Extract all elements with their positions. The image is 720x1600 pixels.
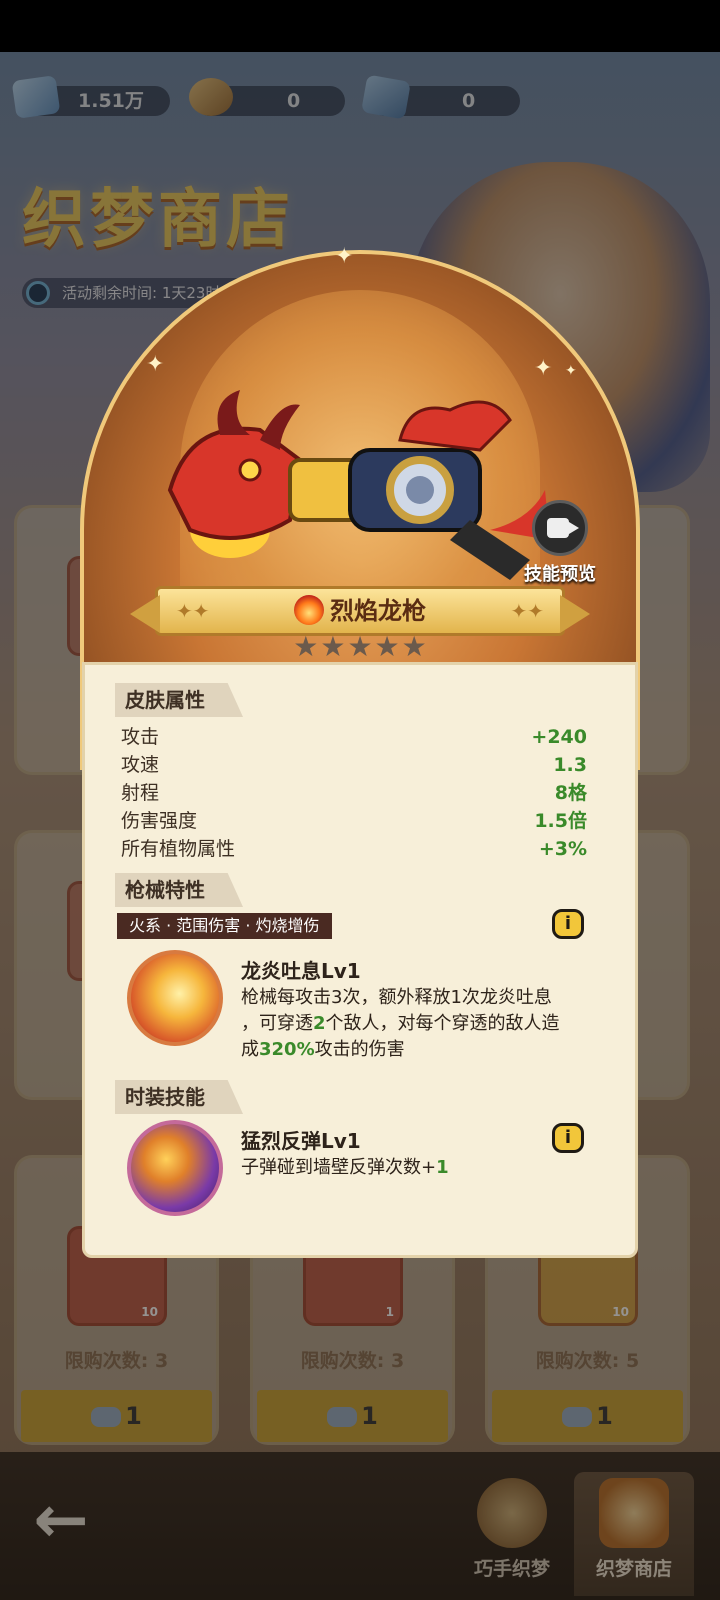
stat-value: 1.3 (553, 754, 587, 776)
section-gun-traits: 枪械特性 (115, 873, 243, 907)
sparkle-icon: ✦ (534, 356, 553, 381)
skill2-description: 子弹碰到墙壁反弹次数+1 (241, 1157, 449, 1178)
stat-row: 射程 8格 (121, 779, 587, 807)
star-icon: ★ (293, 630, 319, 663)
skill1-desc-line: 成320%攻击的伤害 (241, 1039, 405, 1060)
sparkle-icon: ✦ (565, 363, 577, 379)
skill1-title: 龙炎吐息Lv1 (241, 959, 361, 983)
weapon-name-banner: ✦✦ 烈焰龙枪 ✦✦ (155, 586, 565, 636)
skill2-title: 猛烈反弹Lv1 (241, 1129, 361, 1153)
stat-name: 所有植物属性 (121, 838, 236, 860)
stat-value: 8格 (554, 782, 587, 804)
stat-name: 攻速 (121, 754, 160, 776)
video-camera-icon (532, 500, 588, 556)
star-icon: ★ (320, 630, 346, 663)
star-icon: ★ (374, 630, 400, 663)
element-tags: 火系 · 范围伤害 · 灼烧增伤 (117, 913, 332, 939)
skill1-desc-line: 枪械每攻击3次，额外释放1次龙炎吐息 (241, 987, 552, 1008)
skill1-desc-line: ，可穿透2个敌人，对每个穿透的敌人造 (241, 1013, 560, 1034)
skill-preview-label: 技能预览 (524, 564, 596, 585)
weapon-info-panel: 皮肤属性 攻击 +240 攻速 1.3 射程 8格 伤害强度 1.5倍 所有植物… (82, 662, 638, 1258)
sparkle-icon: ✦✦ (510, 599, 544, 623)
stat-name: 攻击 (121, 726, 160, 748)
stat-value: +240 (531, 726, 587, 748)
sparkle-icon: ✦✦ (176, 599, 210, 623)
stat-row: 攻击 +240 (121, 723, 587, 751)
weapon-detail-popup: ✦ ✦ ✦ ✦ 技能预览 ✦✦ 烈焰龙枪 ✦✦ ★★★★★ 皮肤属性 攻击 +2… (80, 246, 640, 1280)
skill1-description: 枪械每攻击3次，额外释放1次龙炎吐息 ，可穿透2个敌人，对每个穿透的敌人造 成3… (241, 985, 601, 1063)
stat-value: +3% (538, 838, 587, 860)
skill-preview-button[interactable]: 技能预览 (510, 500, 610, 590)
weapon-name: 烈焰龙枪 (330, 597, 426, 625)
star-rating: ★★★★★ (280, 632, 440, 662)
status-bar (0, 0, 720, 52)
dragon-breath-skill-icon (127, 950, 223, 1046)
bullet-bounce-skill-icon (127, 1120, 223, 1216)
star-icon: ★ (401, 630, 427, 663)
stat-row: 所有植物属性 +3% (121, 835, 587, 863)
sparkle-icon: ✦ (335, 244, 354, 269)
stat-row: 攻速 1.3 (121, 751, 587, 779)
stat-value: 1.5倍 (534, 810, 587, 832)
section-skin-attributes: 皮肤属性 (115, 683, 243, 717)
stat-name: 伤害强度 (121, 810, 198, 832)
star-icon: ★ (347, 630, 373, 663)
sparkle-icon: ✦ (146, 352, 165, 377)
fire-element-icon (294, 595, 324, 625)
stat-row: 伤害强度 1.5倍 (121, 807, 587, 835)
info-icon[interactable]: i (552, 909, 584, 939)
info-icon[interactable]: i (552, 1123, 584, 1153)
stat-name: 射程 (121, 782, 160, 804)
section-costume-skill: 时装技能 (115, 1080, 243, 1114)
dragon-gun-illustration (167, 390, 550, 580)
